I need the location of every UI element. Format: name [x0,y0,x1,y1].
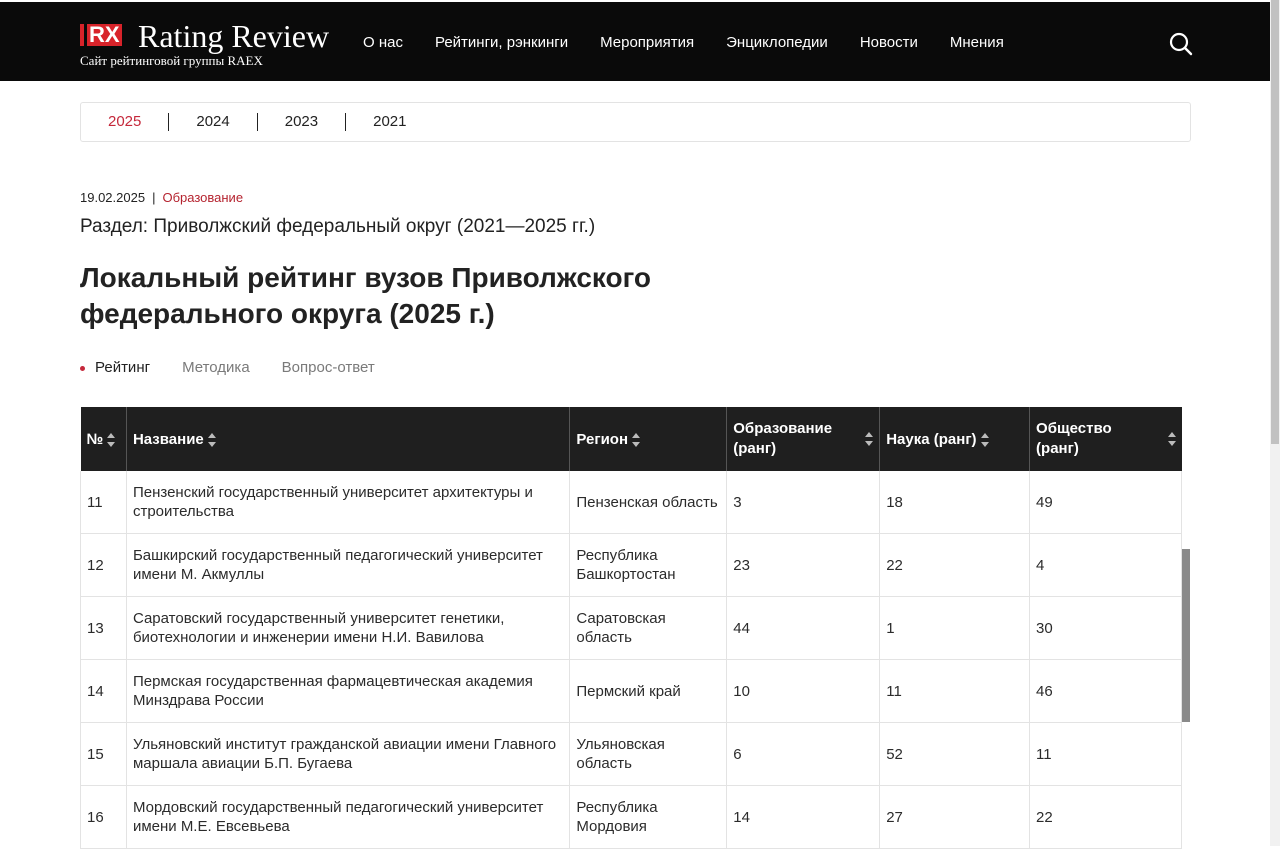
table-row: 14 Пермская государственная фармацевтиче… [80,659,1182,723]
table-row: 12 Башкирский государственный педагогиче… [80,533,1182,597]
column-header-education[interactable]: Образование (ранг) [726,407,881,471]
cell-education: 23 [726,533,881,597]
page-scrollbar-thumb[interactable] [1271,0,1279,444]
cell-number: 15 [80,722,127,786]
nav-ratings[interactable]: Рейтинги, рэнкинги [435,34,568,51]
cell-science: 22 [879,533,1031,597]
nav-opinions[interactable]: Мнения [950,34,1004,51]
cell-society: 11 [1029,722,1182,786]
cell-number: 13 [80,596,127,660]
cell-region: Саратовская область [569,596,728,660]
cell-science: 11 [879,659,1031,723]
main-nav: О нас Рейтинги, рэнкинги Мероприятия Энц… [363,34,1036,51]
tab-rating[interactable]: Рейтинг [80,359,150,376]
cell-region: Ульяновская область [569,722,728,786]
sort-icon[interactable] [1167,432,1176,446]
cell-science: 1 [879,596,1031,660]
cell-number: 14 [80,659,127,723]
cell-society: 22 [1029,785,1182,849]
cell-region: Республика Мордовия [569,785,728,849]
cell-region: Пермский край [569,659,728,723]
cell-society: 46 [1029,659,1182,723]
sort-icon[interactable] [207,432,216,447]
column-header-name[interactable]: Название [126,407,571,471]
nav-encyclopedias[interactable]: Энциклопедии [726,34,828,51]
category-link[interactable]: Образование [162,190,243,205]
cell-society: 49 [1029,471,1182,534]
sort-icon[interactable] [632,432,641,447]
year-tab-2023[interactable]: 2023 [258,113,347,131]
year-tab-2021[interactable]: 2021 [346,113,433,131]
table-row: 15 Ульяновский институт гражданской авиа… [80,722,1182,786]
cell-name: Пермская государственная фармацевтическа… [126,659,571,723]
table-row: 11 Пензенский государственный университе… [80,471,1182,534]
cell-name: Мордовский государственный педагогически… [126,785,571,849]
year-tabs: 2025 2024 2023 2021 [80,102,1191,142]
column-header-science[interactable]: Наука (ранг) [879,407,1031,471]
tab-methodology[interactable]: Методика [182,359,250,376]
meta-separator: | [152,190,156,205]
cell-region: Республика Башкортостан [569,533,728,597]
site-header: RX Rating Review Сайт рейтинговой группы… [0,2,1270,81]
logo-mark: RX [80,24,122,46]
rating-table: № Название Регион Образование (ранг) Нау… [80,407,1182,849]
logo-title: Rating Review [138,18,330,54]
page-title: Локальный рейтинг вузов Приволжского фед… [80,262,652,329]
nav-about[interactable]: О нас [363,34,403,51]
column-header-region[interactable]: Регион [569,407,728,471]
table-row: 16 Мордовский государственный педагогиче… [80,785,1182,849]
cell-education: 3 [726,471,881,534]
nav-news[interactable]: Новости [860,34,918,51]
column-header-number[interactable]: № [80,407,127,471]
nav-events[interactable]: Мероприятия [600,34,694,51]
cell-education: 10 [726,659,881,723]
column-header-society[interactable]: Общество (ранг) [1029,407,1182,471]
table-scrollbar-thumb[interactable] [1182,549,1190,722]
content-tabs: Рейтинг Методика Вопрос-ответ [80,359,407,376]
year-tab-2025[interactable]: 2025 [81,113,170,131]
sort-icon[interactable] [865,432,874,446]
logo-subtitle: Сайт рейтинговой группы RAEX [80,53,263,68]
publish-date: 19.02.2025 [80,190,146,205]
cell-science: 18 [879,471,1031,534]
section-label: Раздел: Приволжский федеральный округ (2… [80,216,596,237]
cell-society: 30 [1029,596,1182,660]
cell-science: 27 [879,785,1031,849]
search-icon[interactable] [1168,31,1194,57]
year-tab-2024[interactable]: 2024 [169,113,258,131]
table-row: 13 Саратовский государственный университ… [80,596,1182,660]
site-logo[interactable]: RX Rating Review Сайт рейтинговой группы… [80,18,350,70]
sort-icon[interactable] [980,432,989,447]
article-meta: 19.02.2025 | Образование [80,190,243,205]
cell-science: 52 [879,722,1031,786]
cell-number: 11 [80,471,127,534]
tab-faq[interactable]: Вопрос-ответ [282,359,375,376]
cell-name: Саратовский государственный университет … [126,596,571,660]
cell-education: 14 [726,785,881,849]
cell-name: Пензенский государственный университет а… [126,471,571,534]
cell-name: Башкирский государственный педагогически… [126,533,571,597]
cell-education: 44 [726,596,881,660]
cell-name: Ульяновский институт гражданской авиации… [126,722,571,786]
cell-region: Пензенская область [569,471,728,534]
cell-number: 16 [80,785,127,849]
cell-number: 12 [80,533,127,597]
cell-society: 4 [1029,533,1182,597]
cell-education: 6 [726,722,881,786]
sort-icon[interactable] [107,432,116,447]
